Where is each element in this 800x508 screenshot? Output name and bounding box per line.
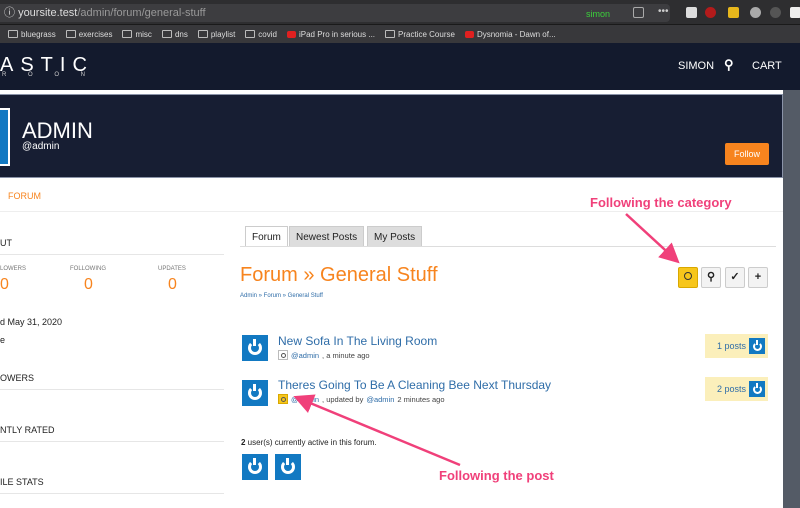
annotation-arrows — [293, 213, 680, 467]
annotation-post: Following the post — [439, 468, 554, 483]
annotation-category: Following the category — [590, 195, 732, 210]
category-arrow — [625, 213, 680, 264]
post-arrow — [293, 394, 461, 467]
